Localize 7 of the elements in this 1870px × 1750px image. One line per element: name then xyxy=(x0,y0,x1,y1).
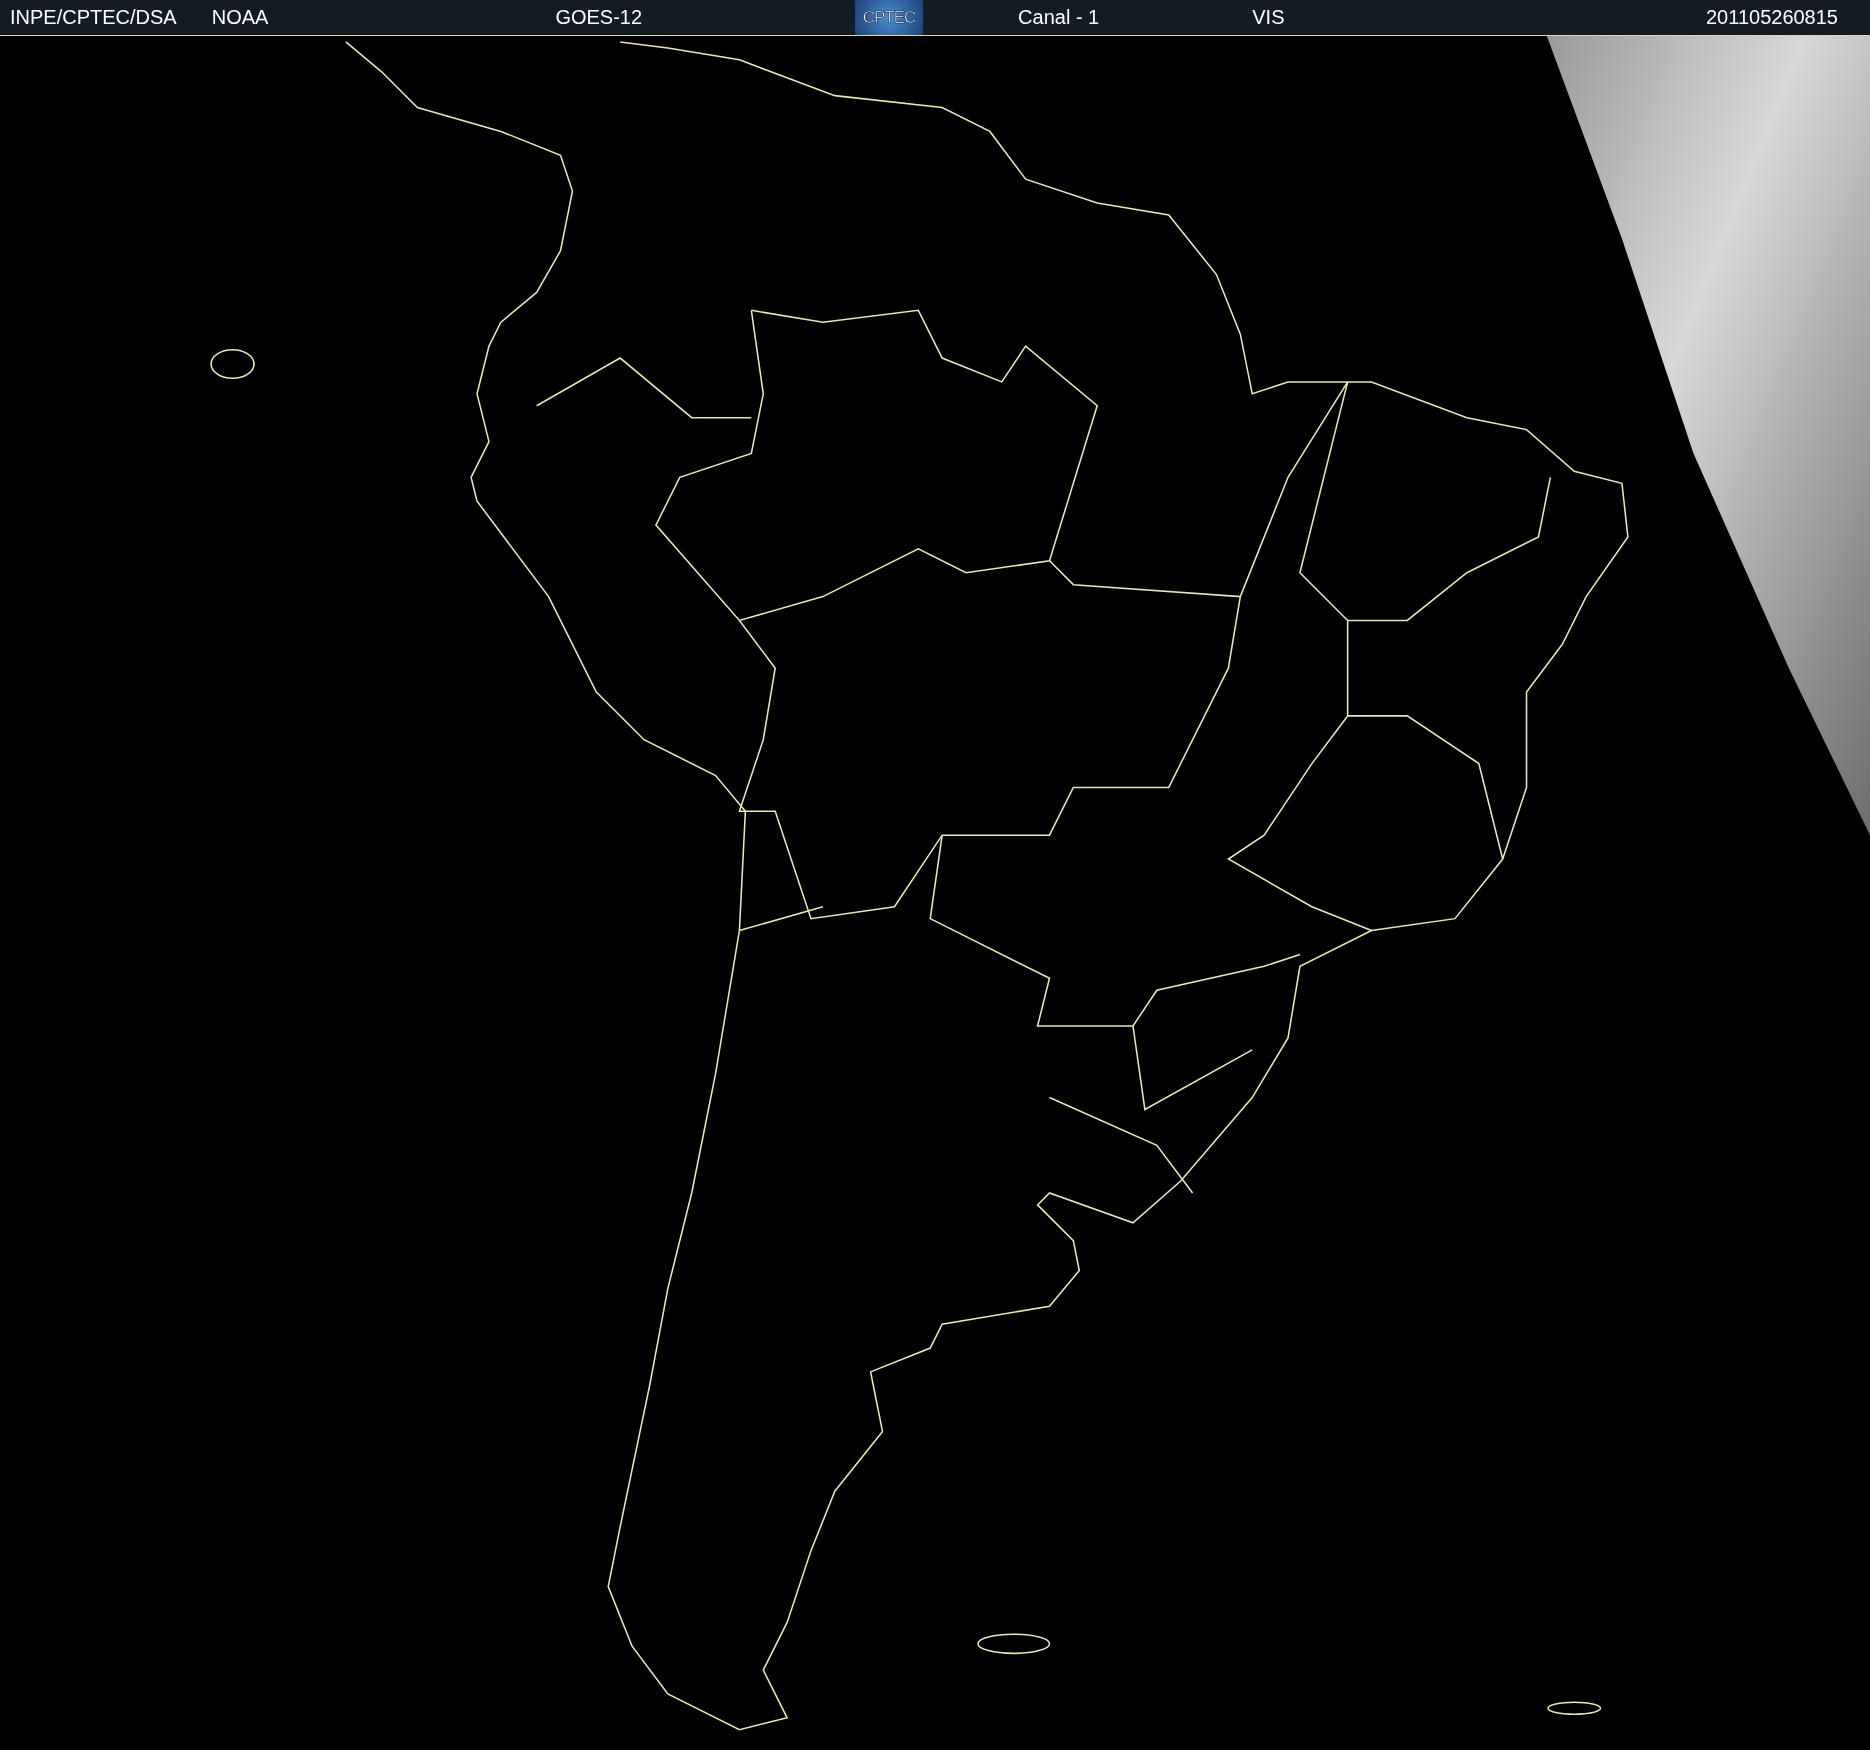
timestamp-label: 201105260815 xyxy=(1706,6,1838,29)
agency-label: NOAA xyxy=(211,6,269,29)
source-label: INPE/CPTEC/DSA xyxy=(10,6,177,29)
band-label: VIS xyxy=(1252,6,1285,29)
satellite-label: GOES-12 xyxy=(555,6,643,29)
channel-label: Canal - 1 xyxy=(1018,6,1100,29)
logo: CPTEC xyxy=(855,0,924,35)
